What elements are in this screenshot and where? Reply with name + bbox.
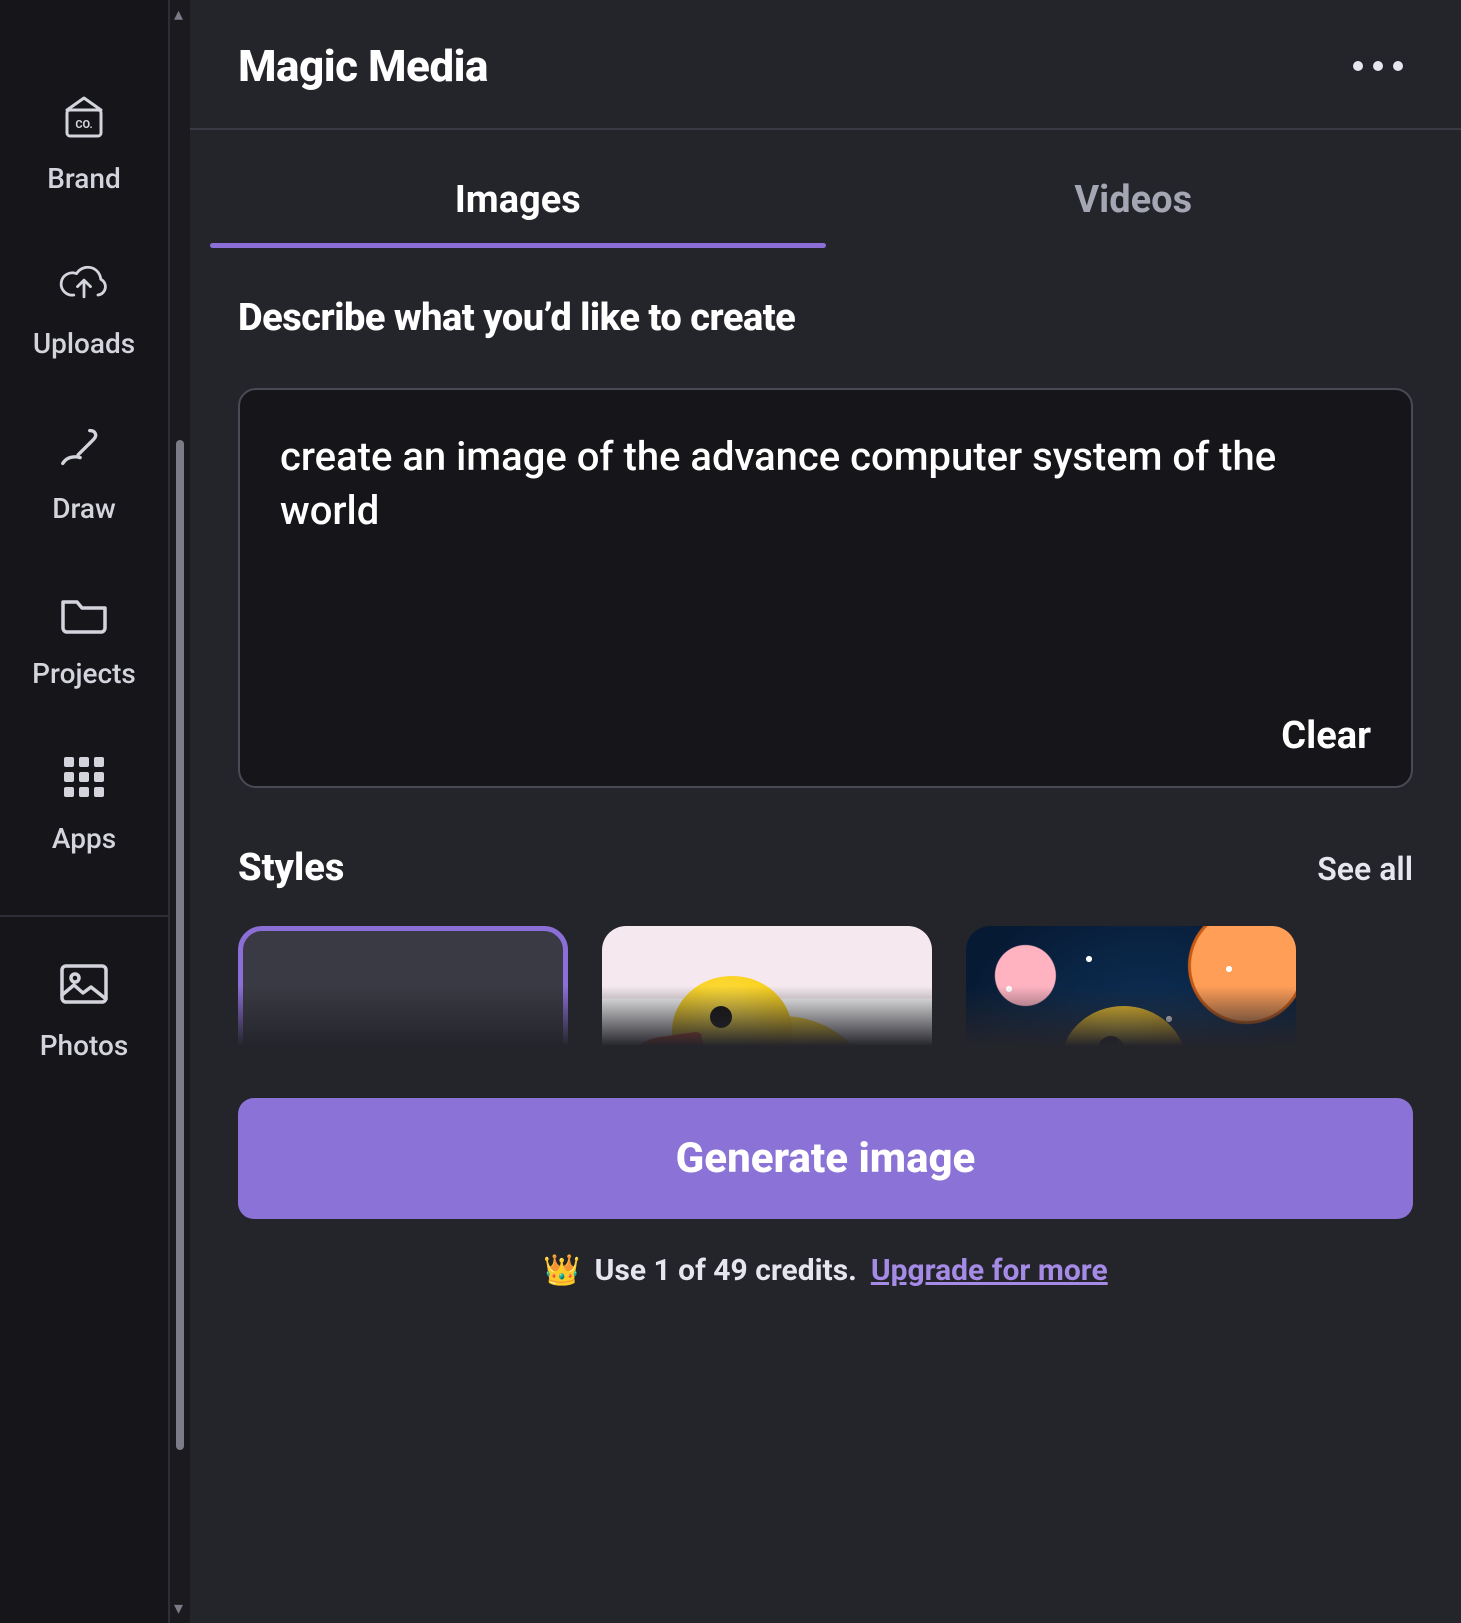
describe-label: Describe what you’d like to create: [190, 248, 1461, 340]
clear-button[interactable]: Clear: [1281, 714, 1371, 758]
sidebar-item-label: Photos: [40, 1029, 129, 1062]
dots-icon: [1393, 61, 1403, 71]
tab-videos[interactable]: Videos: [826, 148, 1442, 248]
credits-line: 👑 Use 1 of 49 credits. Upgrade for more: [238, 1253, 1413, 1288]
action-bar: Generate image 👑 Use 1 of 49 credits. Up…: [190, 1046, 1461, 1326]
styles-header: Styles See all: [190, 788, 1461, 890]
more-options-button[interactable]: [1343, 51, 1413, 81]
photos-icon: [57, 957, 111, 1011]
magic-media-panel: Magic Media Images Videos Describe what …: [190, 0, 1461, 1623]
scroll-down-caret-icon: ▾: [174, 1598, 183, 1619]
generate-image-button[interactable]: Generate image: [238, 1098, 1413, 1219]
styles-title: Styles: [238, 846, 344, 890]
sidebar: CO. Brand Uploads Draw: [0, 0, 170, 1623]
crown-icon: 👑: [543, 1253, 580, 1288]
sidebar-item-draw[interactable]: Draw: [52, 420, 116, 525]
sidebar-item-apps[interactable]: Apps: [52, 750, 116, 855]
tabs: Images Videos: [190, 148, 1461, 248]
apps-grid-icon: [57, 750, 111, 804]
panel-scrollbar[interactable]: ▴ ▾: [170, 0, 190, 1623]
sidebar-item-label: Apps: [52, 822, 116, 855]
cloud-upload-icon: [57, 255, 111, 309]
draw-icon: [57, 420, 111, 474]
sidebar-item-label: Uploads: [33, 327, 135, 360]
sidebar-item-projects[interactable]: Projects: [32, 585, 136, 690]
svg-text:CO.: CO.: [75, 118, 92, 131]
tab-images[interactable]: Images: [210, 148, 826, 248]
sidebar-divider: [0, 915, 168, 917]
sidebar-item-label: Projects: [32, 657, 136, 690]
duck-eye-icon: [710, 1006, 732, 1028]
sidebar-item-label: Brand: [47, 162, 121, 195]
scrollbar-thumb[interactable]: [176, 440, 184, 1450]
dots-icon: [1373, 61, 1383, 71]
see-all-link[interactable]: See all: [1317, 850, 1413, 888]
panel-title: Magic Media: [238, 40, 488, 92]
sidebar-item-brand[interactable]: CO. Brand: [47, 90, 121, 195]
brand-icon: CO.: [57, 90, 111, 144]
credits-text: Use 1 of 49 credits.: [595, 1253, 857, 1288]
sidebar-item-uploads[interactable]: Uploads: [33, 255, 135, 360]
folder-icon: [57, 585, 111, 639]
prompt-box: Clear: [238, 388, 1413, 788]
prompt-input[interactable]: [280, 430, 1371, 684]
sidebar-item-photos[interactable]: Photos: [0, 957, 168, 1062]
upgrade-link[interactable]: Upgrade for more: [871, 1253, 1108, 1288]
sidebar-item-label: Draw: [52, 492, 116, 525]
scroll-up-caret-icon: ▴: [174, 4, 183, 25]
panel-header: Magic Media: [190, 0, 1461, 130]
dots-icon: [1353, 61, 1363, 71]
